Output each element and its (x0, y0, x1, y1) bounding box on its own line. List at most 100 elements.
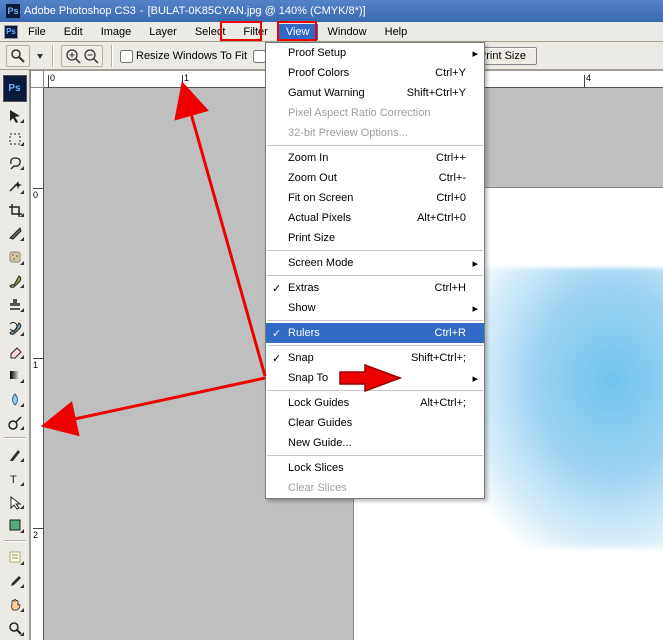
menu-item-print-size[interactable]: Print Size (266, 228, 484, 248)
history-brush-tool[interactable] (3, 317, 27, 339)
menu-item-proof-setup[interactable]: Proof Setup▸ (266, 43, 484, 63)
brush-tool[interactable] (3, 270, 27, 292)
pen-tool[interactable] (3, 443, 27, 465)
submenu-arrow-icon: ▸ (472, 372, 478, 385)
menu-separator (267, 390, 483, 391)
menu-item-zoom-in[interactable]: Zoom InCtrl++ (266, 148, 484, 168)
menu-item-lock-guides[interactable]: Lock GuidesAlt+Ctrl+; (266, 393, 484, 413)
svg-text:T: T (10, 474, 17, 486)
flyout-triangle-icon (20, 190, 24, 194)
wand-tool[interactable] (3, 175, 27, 197)
flyout-triangle-icon (20, 379, 24, 383)
menu-separator (267, 455, 483, 456)
lasso-tool[interactable] (3, 151, 27, 173)
dodge-tool[interactable] (3, 412, 27, 434)
blur-tool[interactable] (3, 388, 27, 410)
ruler-vertical[interactable]: 012 (30, 88, 44, 640)
stamp-tool[interactable] (3, 293, 27, 315)
menu-item-fit-on-screen[interactable]: Fit on ScreenCtrl+0 (266, 188, 484, 208)
marquee-tool[interactable] (3, 128, 27, 150)
check-icon: ✓ (272, 352, 281, 365)
menu-filter[interactable]: Filter (235, 24, 275, 40)
flyout-triangle-icon (20, 142, 24, 146)
gradient-tool[interactable] (3, 364, 27, 386)
crop-tool[interactable] (3, 199, 27, 221)
app-icon: Ps (6, 4, 20, 18)
menu-item-zoom-out[interactable]: Zoom OutCtrl+- (266, 168, 484, 188)
menu-item-rulers[interactable]: ✓RulersCtrl+R (266, 323, 484, 343)
menu-help[interactable]: Help (377, 24, 416, 40)
flyout-triangle-icon (20, 261, 24, 265)
divider (111, 45, 112, 67)
zoom-tool[interactable] (3, 617, 27, 639)
submenu-arrow-icon: ▸ (472, 47, 478, 60)
flyout-triangle-icon (20, 608, 24, 612)
menu-file[interactable]: File (20, 24, 54, 40)
shape-tool[interactable] (3, 514, 27, 536)
divider (52, 45, 53, 67)
menu-item-gamut-warning[interactable]: Gamut WarningShift+Ctrl+Y (266, 83, 484, 103)
menu-item-32-bit-preview-options: 32-bit Preview Options... (266, 123, 484, 143)
flyout-triangle-icon (20, 426, 24, 430)
eyedropper-tool[interactable] (3, 570, 27, 592)
app-badge-icon[interactable]: Ps (4, 25, 18, 39)
flyout-triangle-icon (20, 458, 24, 462)
flyout-triangle-icon (20, 632, 24, 636)
menu-layer[interactable]: Layer (141, 24, 185, 40)
menu-item-extras[interactable]: ✓ExtrasCtrl+H (266, 278, 484, 298)
menu-view[interactable]: View (278, 24, 318, 40)
menu-separator (267, 345, 483, 346)
flyout-triangle-icon (20, 355, 24, 359)
flyout-triangle-icon (20, 166, 24, 170)
menu-item-pixel-aspect-ratio-correction: Pixel Aspect Ratio Correction (266, 103, 484, 123)
type-tool[interactable]: T (3, 467, 27, 489)
flyout-triangle-icon (20, 213, 24, 217)
submenu-arrow-icon: ▸ (472, 302, 478, 315)
menu-bar: Ps FileEditImageLayerSelectFilterViewWin… (0, 22, 663, 42)
menu-item-snap-to[interactable]: Snap To▸ (266, 368, 484, 388)
notes-tool[interactable] (3, 546, 27, 568)
menu-separator (267, 145, 483, 146)
hand-tool[interactable] (3, 593, 27, 615)
zoom-tool-icon[interactable] (6, 45, 30, 67)
menu-image[interactable]: Image (93, 24, 140, 40)
ruler-origin[interactable] (30, 70, 44, 88)
title-bar: Ps Adobe Photoshop CS3 - [BULAT-0K85CYAN… (0, 0, 663, 22)
flyout-triangle-icon (20, 561, 24, 565)
menu-item-clear-slices: Clear Slices (266, 478, 484, 498)
check-icon: ✓ (272, 282, 281, 295)
flyout-triangle-icon (20, 308, 24, 312)
slice-tool[interactable] (3, 222, 27, 244)
menu-item-lock-slices[interactable]: Lock Slices (266, 458, 484, 478)
resize-windows-checkbox[interactable]: Resize Windows To Fit (120, 49, 247, 63)
heal-tool[interactable] (3, 246, 27, 268)
menu-item-show[interactable]: Show▸ (266, 298, 484, 318)
flyout-triangle-icon (20, 482, 24, 486)
flyout-triangle-icon (20, 505, 24, 509)
menu-separator (267, 320, 483, 321)
zoom-in-out-button[interactable] (61, 45, 103, 67)
menu-separator (267, 275, 483, 276)
menu-item-actual-pixels[interactable]: Actual PixelsAlt+Ctrl+0 (266, 208, 484, 228)
menu-item-snap[interactable]: ✓SnapShift+Ctrl+; (266, 348, 484, 368)
flyout-triangle-icon (20, 529, 24, 533)
ps-logo-icon[interactable]: Ps (3, 75, 27, 102)
flyout-triangle-icon (20, 284, 24, 288)
move-tool[interactable] (3, 104, 27, 126)
tool-divider (4, 437, 26, 439)
eraser-tool[interactable] (3, 341, 27, 363)
menu-item-new-guide[interactable]: New Guide... (266, 433, 484, 453)
menu-edit[interactable]: Edit (56, 24, 91, 40)
view-menu-dropdown: Proof Setup▸Proof ColorsCtrl+YGamut Warn… (265, 42, 485, 499)
flyout-triangle-icon (20, 119, 24, 123)
path-select-tool[interactable] (3, 491, 27, 513)
app-name: Adobe Photoshop CS3 (24, 5, 136, 17)
menu-separator (267, 250, 483, 251)
dropdown-arrow-icon[interactable] (36, 49, 44, 63)
menu-item-proof-colors[interactable]: Proof ColorsCtrl+Y (266, 63, 484, 83)
menu-window[interactable]: Window (320, 24, 375, 40)
flyout-triangle-icon (20, 237, 24, 241)
menu-select[interactable]: Select (187, 24, 234, 40)
menu-item-clear-guides[interactable]: Clear Guides (266, 413, 484, 433)
menu-item-screen-mode[interactable]: Screen Mode▸ (266, 253, 484, 273)
